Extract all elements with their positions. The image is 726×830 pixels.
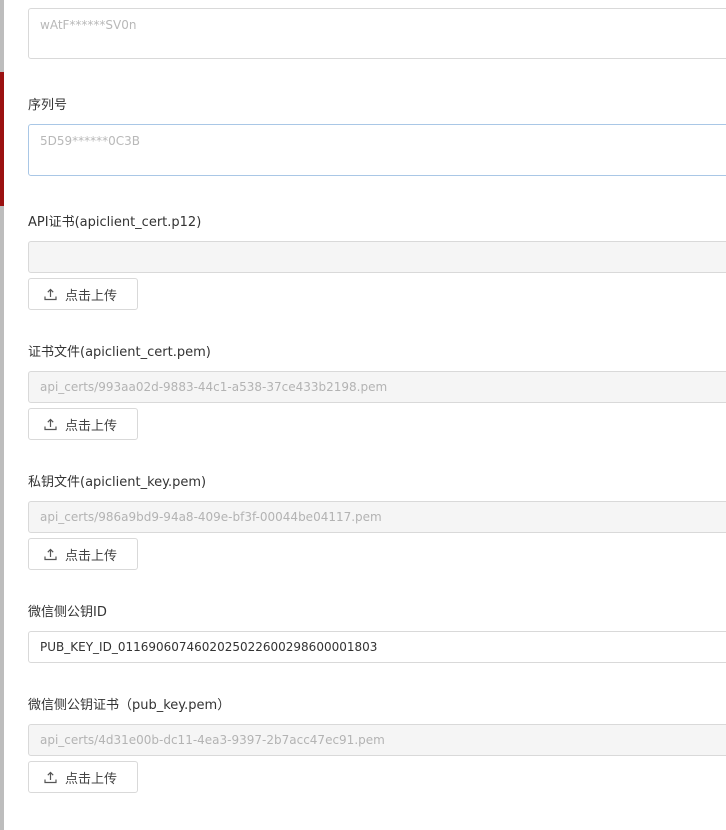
upload-icon [44, 771, 57, 784]
upload-icon [44, 548, 57, 561]
upload-button-label: 点击上传 [65, 418, 118, 434]
api-cert-field [28, 241, 726, 273]
pub-key-id-input[interactable]: PUB_KEY_ID_01169060746020250226002986000… [28, 631, 726, 663]
upload-button-label: 点击上传 [65, 548, 118, 564]
upload-icon [44, 288, 57, 301]
api-cert-upload-button[interactable]: 点击上传 [28, 278, 138, 310]
key-pem-upload-button[interactable]: 点击上传 [28, 538, 138, 570]
pub-key-pem-field: api_certs/4d31e00b-dc11-4ea3-9397-2b7acc… [28, 724, 726, 756]
upload-button-label: 点击上传 [65, 771, 118, 787]
key-textarea[interactable]: wAtF******SV0n [28, 8, 726, 59]
key-pem-field: api_certs/986a9bd9-94a8-409e-bf3f-00044b… [28, 501, 726, 533]
pub-key-pem-label: 微信侧公钥证书（pub_key.pem） [28, 698, 231, 713]
key-pem-label: 私钥文件(apiclient_key.pem) [28, 475, 207, 490]
api-cert-label: API证书(apiclient_cert.p12) [28, 215, 202, 230]
cert-pem-upload-button[interactable]: 点击上传 [28, 408, 138, 440]
serial-no-label: 序列号 [28, 98, 68, 113]
cert-pem-label: 证书文件(apiclient_cert.pem) [28, 345, 211, 360]
serial-no-textarea[interactable]: 5D59******0C3B [28, 124, 726, 176]
left-edge-accent [0, 72, 4, 206]
upload-button-label: 点击上传 [65, 288, 118, 304]
pub-key-id-label: 微信侧公钥ID [28, 605, 107, 620]
upload-icon [44, 418, 57, 431]
pub-key-pem-upload-button[interactable]: 点击上传 [28, 761, 138, 793]
cert-pem-field: api_certs/993aa02d-9883-44c1-a538-37ce43… [28, 371, 726, 403]
